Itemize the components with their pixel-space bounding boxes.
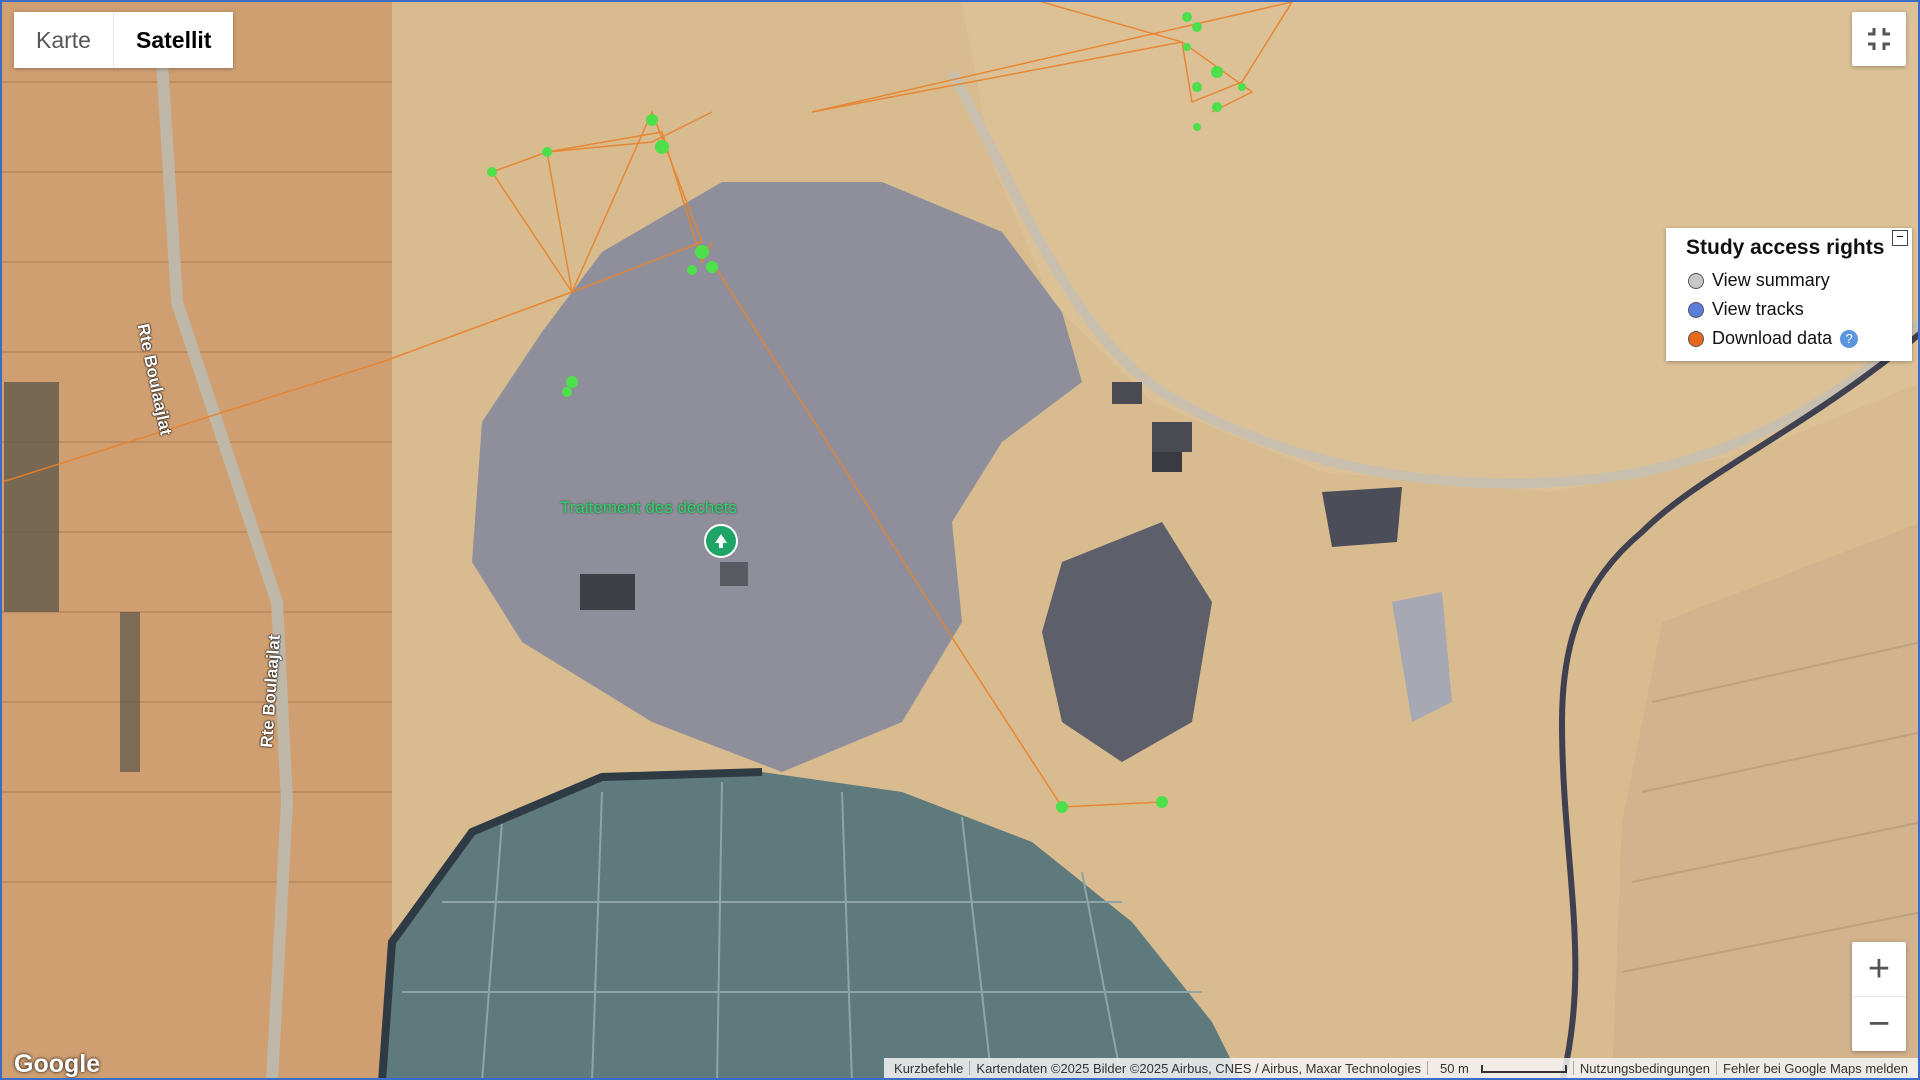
map-data-attribution: Kartendaten ©2025 Bilder ©2025 Airbus, C…: [976, 1060, 1421, 1076]
legend-item-view-tracks: View tracks: [1666, 295, 1912, 324]
legend-item-label: View summary: [1712, 270, 1830, 290]
scale-label: 50 m: [1439, 1060, 1469, 1076]
legend-title: Study access rights: [1686, 236, 1885, 259]
map-canvas[interactable]: Karte Satellit − Study access rights Vie…: [0, 0, 1920, 1080]
legend-collapse-button[interactable]: −: [1892, 230, 1908, 246]
keyboard-shortcuts-link[interactable]: Kurzbefehle: [888, 1061, 969, 1076]
scale-indicator[interactable]: 50 m: [1428, 1061, 1573, 1076]
legend-item-download-data: Download data ?: [1666, 324, 1912, 353]
zoom-out-button[interactable]: −: [1852, 996, 1906, 1051]
poi-label[interactable]: Traitement des déchets: [560, 498, 737, 518]
terms-link[interactable]: Nutzungsbedingungen: [1574, 1061, 1716, 1076]
fullscreen-exit-icon: [1868, 28, 1890, 50]
recycle-pin-icon: [715, 534, 727, 548]
legend-item-view-summary: View summary: [1666, 266, 1912, 295]
map-type-satellit-button[interactable]: Satellit: [112, 12, 234, 68]
map-type-control: Karte Satellit: [14, 12, 234, 68]
zoom-in-button[interactable]: +: [1852, 942, 1906, 996]
study-access-legend: − Study access rights View summary View …: [1666, 228, 1912, 361]
legend-dot-orange: [1688, 330, 1704, 347]
legend-item-label: Download data: [1712, 328, 1833, 348]
legend-item-label: View tracks: [1712, 299, 1804, 319]
report-error-link[interactable]: Fehler bei Google Maps melden: [1717, 1061, 1914, 1076]
fullscreen-button[interactable]: [1852, 12, 1906, 66]
zoom-control: + −: [1852, 942, 1906, 1051]
attribution-bar: Kurzbefehle Kartendaten ©2025 Bilder ©20…: [884, 1058, 1918, 1078]
legend-dot-gray: [1688, 272, 1704, 289]
poi-pin[interactable]: [704, 524, 738, 558]
legend-dot-blue: [1688, 301, 1704, 318]
google-logo: Google: [14, 1050, 101, 1078]
satellite-imagery: [2, 2, 1918, 1078]
scale-bar: [1480, 1064, 1567, 1073]
help-icon[interactable]: ?: [1840, 329, 1859, 348]
map-type-karte-button[interactable]: Karte: [14, 12, 113, 68]
